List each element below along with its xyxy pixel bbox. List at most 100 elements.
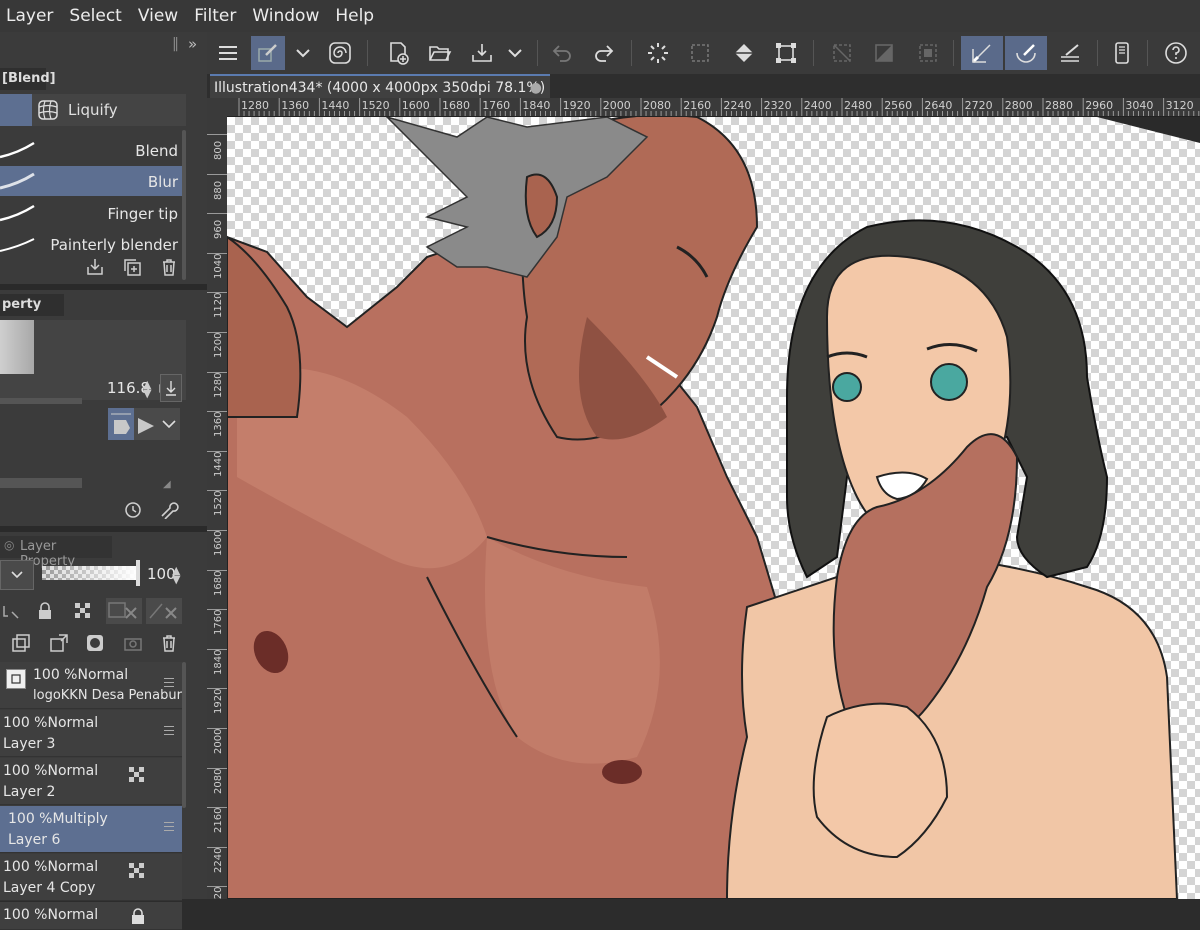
help-icon[interactable] — [1159, 36, 1193, 70]
blend-mode-b-button[interactable] — [134, 408, 158, 440]
layer-row[interactable]: 100 %Normal logoKKN Desa Penabur — [0, 662, 182, 709]
layer-property-tab[interactable]: ◎ Layer Property — [0, 536, 112, 569]
layer-mode: 100 %Normal — [3, 715, 99, 731]
menu-filter[interactable]: Filter — [186, 0, 244, 32]
blend-mode-a-button[interactable] — [108, 408, 134, 440]
blend-mode-select[interactable] — [0, 560, 34, 590]
ruler-label: 1680 — [442, 99, 470, 112]
ruler-label: 1280 — [213, 372, 224, 398]
brush-size-row: 116.8 ▲ ▼ — [0, 372, 186, 406]
transform-icon[interactable] — [769, 36, 803, 70]
menu-window[interactable]: Window — [244, 0, 327, 32]
opacity-slider[interactable] — [42, 566, 138, 580]
duplicate-icon[interactable] — [121, 256, 143, 278]
spiral-icon[interactable] — [323, 36, 357, 70]
brush-blur[interactable]: Blur — [0, 166, 182, 196]
chevron-down-icon[interactable] — [501, 36, 529, 70]
document-title: Illustration434* (4000 x 4000px 350dpi 7… — [214, 80, 546, 96]
menu-view[interactable]: View — [130, 0, 186, 32]
layer-row[interactable]: 100 %Normal Layer 2 — [0, 758, 182, 805]
layer-row[interactable]: 100 %Normal Layer 4 Copy — [0, 854, 182, 901]
deselect-icon[interactable] — [825, 36, 859, 70]
ruler-label: 880 — [213, 180, 224, 200]
ruler-label: 2160 — [213, 807, 224, 834]
drag-handle-icon[interactable] — [164, 726, 174, 736]
smartphone-icon[interactable] — [1105, 36, 1139, 70]
toolbar-separator — [631, 40, 632, 66]
fill-bucket-icon[interactable] — [727, 36, 761, 70]
import-icon[interactable] — [84, 256, 106, 278]
brush-list-scrollbar[interactable] — [182, 130, 186, 280]
snap-ruler-icon[interactable] — [961, 36, 1003, 70]
brush-stroke-icon — [0, 141, 35, 159]
snap-special-ruler-icon[interactable] — [1005, 36, 1047, 70]
toolbar-separator — [537, 40, 538, 66]
panel-grip-icon[interactable]: ‖ — [172, 36, 179, 52]
brush-stroke-icon — [0, 238, 35, 252]
menu-layer[interactable]: Layer — [0, 0, 61, 32]
layer-list-scrollbar[interactable] — [182, 662, 186, 808]
select-area-icon[interactable] — [683, 36, 717, 70]
undo-icon[interactable] — [545, 36, 579, 70]
ruler-label: 2320 — [763, 99, 792, 112]
collapse-panel-icon[interactable]: » — [188, 35, 197, 53]
document-tab[interactable]: Illustration434* (4000 x 4000px 350dpi 7… — [210, 74, 550, 98]
layer-row[interactable]: 100 %Normal Layer 3 — [0, 710, 182, 757]
menu-help[interactable]: Help — [327, 0, 382, 32]
reset-icon[interactable] — [122, 498, 144, 520]
brush-stroke-icon — [0, 172, 35, 190]
transparency-lock-icon[interactable] — [72, 600, 94, 622]
ruler-label: 1920 — [213, 688, 224, 715]
secondary-slider-track[interactable] — [0, 478, 82, 488]
size-slider-track[interactable] — [0, 398, 82, 404]
open-folder-icon[interactable] — [423, 36, 457, 70]
lock-icon — [130, 908, 146, 928]
size-spinner-icon[interactable]: ▲ ▼ — [143, 379, 151, 399]
layer-name: Layer 4 Copy — [3, 880, 96, 896]
ruler-label: 2240 — [723, 99, 752, 112]
layer-property-icon: ◎ — [4, 538, 15, 552]
unsaved-dot-icon[interactable]: ● — [530, 76, 542, 100]
layer-mode: 100 %Normal — [3, 859, 99, 875]
snap-grid-icon[interactable] — [1053, 36, 1087, 70]
clip-icon[interactable] — [0, 600, 22, 622]
document-tab-bar: Illustration434* (4000 x 4000px 350dpi 7… — [207, 74, 1200, 98]
invert-selection-icon[interactable] — [867, 36, 901, 70]
ruler-label: 1840 — [522, 99, 551, 112]
blend-dropdown-button[interactable] — [158, 408, 180, 440]
expand-icon[interactable]: ◢ — [163, 479, 171, 490]
size-download-icon[interactable] — [160, 374, 182, 402]
sub-tool-active-tab[interactable] — [0, 94, 32, 126]
layer-row[interactable]: 100 %Normal — [0, 902, 182, 930]
trash-icon[interactable] — [158, 256, 180, 278]
liquify-tab[interactable]: Liquify — [36, 94, 186, 126]
brush-painterly-blender[interactable]: Painterly blender — [0, 229, 182, 259]
opacity-spinner-icon[interactable]: ▲ ▼ — [172, 565, 180, 585]
hamburger-menu-icon[interactable] — [211, 36, 245, 70]
redo-icon[interactable] — [587, 36, 621, 70]
reference-layer-icon[interactable] — [106, 598, 142, 624]
crop-selection-icon[interactable] — [911, 36, 945, 70]
opacity-slider-knob[interactable] — [136, 560, 140, 586]
save-icon[interactable] — [465, 36, 499, 70]
ruler-label: 1120 — [213, 292, 224, 319]
liquify-tab-label: Liquify — [68, 101, 118, 119]
brush-label: Blend — [135, 142, 178, 160]
drag-handle-icon[interactable] — [164, 678, 174, 688]
drag-handle-icon[interactable] — [164, 822, 174, 832]
chevron-down-icon[interactable] — [289, 36, 317, 70]
brush-finger-tip[interactable]: Finger tip — [0, 198, 182, 228]
loading-spinner-icon[interactable] — [641, 36, 675, 70]
ruler-label: 2080 — [643, 99, 671, 112]
layer-row[interactable]: 100 %Multiply Layer 6 — [0, 806, 182, 853]
panel-divider — [0, 284, 207, 290]
menu-select[interactable]: Select — [61, 0, 129, 32]
canvas[interactable] — [227, 117, 1200, 899]
new-canvas-icon[interactable] — [381, 36, 415, 70]
brush-tool-icon[interactable] — [251, 36, 285, 70]
ruler-label: 2160 — [683, 99, 712, 112]
wrench-icon[interactable] — [158, 498, 180, 520]
draft-layer-icon[interactable] — [146, 598, 182, 624]
brush-blend[interactable]: Blend — [0, 135, 182, 165]
lock-layer-icon[interactable] — [34, 600, 56, 622]
